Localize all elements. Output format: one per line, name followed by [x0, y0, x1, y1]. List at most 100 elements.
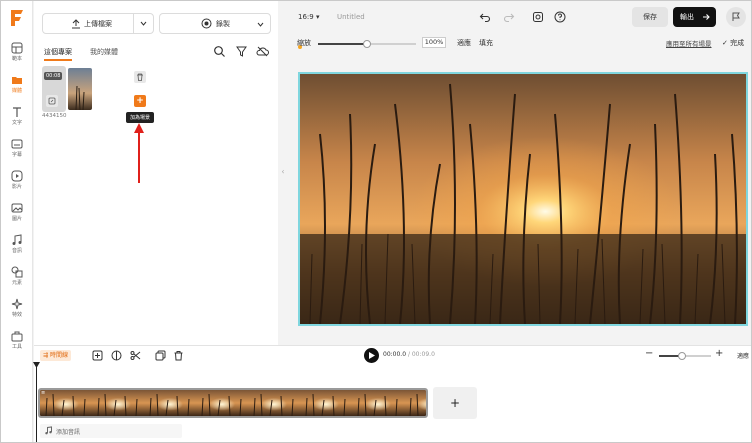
- sidebar-item-video[interactable]: 影片: [1, 170, 33, 196]
- trash-icon: [137, 73, 143, 81]
- timeline-zoom-out-button[interactable]: −: [645, 348, 653, 359]
- add-audio-track[interactable]: 添加音訊: [40, 424, 182, 438]
- video-preview-image: [300, 74, 746, 324]
- timeline-zoom-in-button[interactable]: +: [715, 348, 723, 359]
- timeline-fit-button[interactable]: 適應: [737, 351, 749, 360]
- toolbox-icon: [11, 331, 23, 342]
- record-label: 錄製: [216, 20, 230, 28]
- timeline-toggle[interactable]: ⇶ 時間線: [40, 350, 71, 361]
- clip-index-badge: ≡: [41, 390, 46, 396]
- done-button[interactable]: ✓ 完成: [722, 38, 744, 48]
- text-icon: [13, 107, 21, 117]
- timeline-zoom-slider[interactable]: [659, 352, 711, 360]
- avatar[interactable]: [726, 7, 746, 27]
- fill-button[interactable]: 填充: [479, 38, 493, 48]
- media-panel: 上傳檔案 錄製 這個專案 我的媒體 00:08 + 4434150 加為場景: [34, 1, 302, 345]
- duplicate-icon[interactable]: [155, 350, 166, 361]
- sidebar-item-label: 特效: [11, 312, 22, 318]
- record-button[interactable]: 錄製: [159, 13, 271, 34]
- search-icon[interactable]: [213, 45, 226, 58]
- sidebar-item-tools[interactable]: 工具: [1, 330, 33, 356]
- upload-label: 上傳檔案: [84, 20, 112, 28]
- tab-my-media[interactable]: 我的媒體: [90, 47, 118, 57]
- zoom-slider[interactable]: [318, 40, 416, 48]
- media-duration-badge: 00:08: [44, 72, 63, 80]
- help-icon[interactable]: [554, 11, 566, 23]
- zoom-label: 縮放: [297, 39, 311, 47]
- sidebar-item-subtitle[interactable]: 字幕: [1, 138, 33, 164]
- sidebar-item-label: 元素: [11, 280, 22, 286]
- media-filename: 4434150: [42, 113, 67, 119]
- aspect-ratio-value: 16:9: [298, 13, 314, 21]
- video-icon: [11, 170, 23, 182]
- template-icon: [11, 42, 23, 54]
- app-logo-icon[interactable]: [9, 9, 25, 27]
- timeline-zoom-thumb[interactable]: [678, 352, 687, 360]
- tab-this-project[interactable]: 這個專案: [44, 47, 72, 61]
- undo-icon[interactable]: [479, 11, 491, 23]
- sidebar-item-label: 媒體: [11, 88, 22, 94]
- sidebar-item-label: 文字: [11, 120, 22, 126]
- sidebar-item-label: 工具: [11, 344, 22, 350]
- arrow-right-icon: [703, 14, 710, 20]
- save-button[interactable]: 保存: [632, 7, 668, 27]
- video-clip[interactable]: [38, 388, 428, 418]
- red-arrow-annotation: [134, 123, 144, 183]
- playhead[interactable]: [36, 362, 37, 442]
- timeline-toolbar: ⇶ 時間線 00:00.0 / 00:09.0 − + 適應: [34, 345, 751, 365]
- sidebar-item-label: 範本: [11, 56, 22, 62]
- delete-media-button[interactable]: [134, 71, 146, 83]
- sidebar-item-label: 字幕: [11, 152, 22, 158]
- chevron-down-icon: [140, 21, 147, 26]
- flag-icon: [732, 12, 740, 21]
- image-icon: [11, 203, 23, 213]
- zoom-slider-thumb[interactable]: [363, 40, 371, 48]
- sidebar-item-text[interactable]: 文字: [1, 106, 33, 132]
- filter-icon[interactable]: [235, 45, 248, 58]
- add-scene-icon[interactable]: [92, 350, 103, 361]
- upload-button[interactable]: 上傳檔案: [42, 13, 154, 34]
- replace-icon: [48, 97, 56, 105]
- sidebar-item-effects[interactable]: 特效: [1, 298, 33, 324]
- zoom-slider-fill: [318, 43, 367, 45]
- sidebar-item-elements[interactable]: 元素: [1, 266, 33, 292]
- chevron-down-icon[interactable]: [257, 21, 264, 28]
- trash-icon[interactable]: [173, 350, 184, 361]
- done-label: 完成: [730, 39, 745, 47]
- music-icon: [12, 234, 22, 245]
- aspect-ratio-selector[interactable]: 16:9 ▾: [298, 13, 319, 21]
- add-as-scene-button[interactable]: +: [134, 95, 146, 107]
- media-thumbnail[interactable]: [68, 68, 92, 110]
- export-button[interactable]: 輸出: [673, 7, 716, 27]
- sidebar-item-image[interactable]: 圖片: [1, 202, 33, 228]
- scissors-icon[interactable]: [130, 350, 141, 361]
- apply-to-all-scenes-link[interactable]: 應用至所有場景: [666, 38, 712, 48]
- zoom-percent-field[interactable]: 100%: [422, 37, 446, 48]
- sidebar-item-label: 影片: [11, 184, 22, 190]
- shapes-icon: [11, 266, 23, 278]
- cloud-off-icon[interactable]: [256, 45, 269, 58]
- sparkle-icon: [11, 298, 23, 310]
- split-icon[interactable]: [111, 350, 122, 361]
- folder-icon: [12, 77, 22, 84]
- sidebar-item-label: 圖片: [11, 216, 22, 222]
- replace-media-button[interactable]: [46, 95, 58, 107]
- sidebar-item-audio[interactable]: 音訊: [1, 234, 33, 260]
- project-title[interactable]: Untitled: [337, 13, 365, 21]
- top-bar: 16:9 ▾ Untitled 保存 輸出: [288, 1, 751, 34]
- timeline-badge-label: 時間線: [49, 352, 68, 359]
- screenshot-icon[interactable]: [532, 11, 544, 23]
- sidebar-item-media[interactable]: 媒體: [1, 74, 33, 100]
- video-canvas[interactable]: [298, 72, 748, 326]
- collapse-panel-button[interactable]: ‹: [278, 160, 288, 184]
- sidebar-item-template[interactable]: 範本: [1, 42, 33, 68]
- clip-filmstrip: [40, 390, 426, 416]
- upload-dropdown-button[interactable]: [133, 14, 153, 33]
- current-time: 00:00.0: [383, 351, 407, 358]
- total-time: / 00:09.0: [407, 351, 435, 358]
- fit-button[interactable]: 適應: [457, 38, 471, 48]
- sidebar-item-label: 音訊: [11, 248, 22, 254]
- play-button[interactable]: [364, 348, 379, 363]
- redo-icon[interactable]: [503, 11, 515, 23]
- add-clip-button[interactable]: +: [433, 387, 477, 419]
